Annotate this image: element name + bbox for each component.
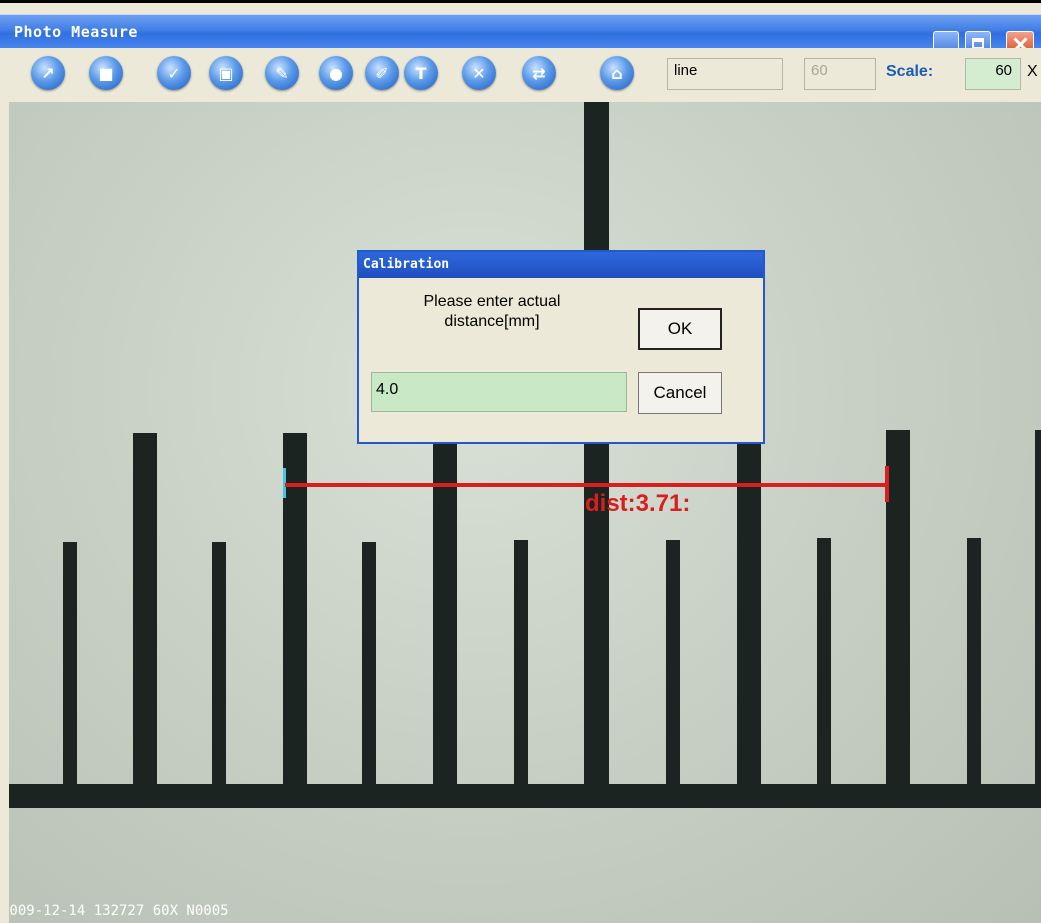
text-tool-button[interactable]: T: [404, 56, 438, 90]
pencil-icon: ✐: [375, 63, 389, 83]
photo-measure-window: Photo Measure ↗ ■ ✓ ▣ ✎ ● ✐ T ✕ ⇄ ⌂ line…: [0, 0, 1041, 923]
pencil-button[interactable]: ✐: [365, 56, 399, 90]
ruler-minor-tick: [63, 542, 77, 802]
check-icon: ✓: [167, 63, 181, 83]
measure-tool-button[interactable]: ✎: [265, 56, 299, 90]
photo-timestamp: 2009-12-14 132727 60X N0005: [9, 903, 229, 919]
distance-input[interactable]: 4.0: [371, 372, 627, 412]
ruler-tick: [283, 433, 307, 803]
photo-canvas[interactable]: dist:3.71: 2009-12-14 132727 60X N0005: [9, 102, 1041, 923]
measurement-line[interactable]: [285, 483, 887, 487]
ruler-minor-tick: [212, 542, 226, 802]
delete-icon: ✕: [472, 63, 486, 83]
calibrate-button[interactable]: ⌂: [600, 56, 634, 90]
move-icon: ⇄: [532, 63, 546, 83]
ruler-tick: [737, 433, 761, 803]
distance-label: dist:3.71:: [585, 490, 691, 517]
ruler-minor-tick: [666, 540, 680, 802]
ruler-minor-tick: [362, 542, 376, 802]
cancel-button[interactable]: Cancel: [638, 372, 722, 414]
dialog-prompt: Please enter actual distance[mm]: [379, 292, 605, 332]
ok-button[interactable]: OK: [638, 308, 722, 350]
scale-label: Scale:: [886, 63, 934, 80]
toolbar: ↗ ■ ✓ ▣ ✎ ● ✐ T ✕ ⇄ ⌂ line 60 Scale: 60 …: [0, 48, 1041, 102]
image-button[interactable]: ▣: [209, 56, 243, 90]
window-top-border: [0, 0, 1041, 3]
scale-unit: X: [1027, 63, 1038, 80]
delete-button[interactable]: ✕: [462, 56, 496, 90]
title-bar[interactable]: Photo Measure: [0, 14, 1041, 57]
window-title: Photo Measure: [14, 23, 138, 41]
save-icon: ■: [98, 63, 114, 83]
color-button[interactable]: ●: [319, 56, 353, 90]
ruler-tick: [433, 433, 457, 803]
scale-field[interactable]: 60: [965, 58, 1021, 90]
ruler-minor-tick: [967, 538, 981, 802]
image-icon: ▣: [218, 63, 234, 83]
color-icon: ●: [329, 63, 343, 83]
ruler-tick: [133, 433, 157, 803]
measure-tool-icon: ✎: [275, 63, 289, 83]
calibrate-icon: ⌂: [611, 63, 623, 83]
open-button[interactable]: ↗: [31, 56, 65, 90]
move-button[interactable]: ⇄: [522, 56, 556, 90]
prompt-line-1: Please enter actual: [423, 293, 561, 310]
value-field: 60: [804, 58, 876, 90]
ruler-major-tick: [584, 102, 609, 802]
mode-field[interactable]: line: [667, 58, 783, 90]
open-icon: ↗: [41, 63, 55, 83]
ruler-tick: [1035, 430, 1041, 803]
ruler-tick: [886, 430, 910, 803]
check-button[interactable]: ✓: [157, 56, 191, 90]
ruler-minor-tick: [514, 540, 528, 802]
save-button[interactable]: ■: [89, 56, 123, 90]
ruler-minor-tick: [817, 538, 831, 802]
ruler-baseline: [9, 784, 1041, 808]
text-tool-icon: T: [415, 63, 427, 83]
calibration-dialog: Calibration Please enter actual distance…: [357, 250, 765, 444]
prompt-line-2: distance[mm]: [444, 313, 540, 330]
measure-end-handle[interactable]: [885, 466, 889, 502]
dialog-title[interactable]: Calibration: [359, 252, 763, 278]
